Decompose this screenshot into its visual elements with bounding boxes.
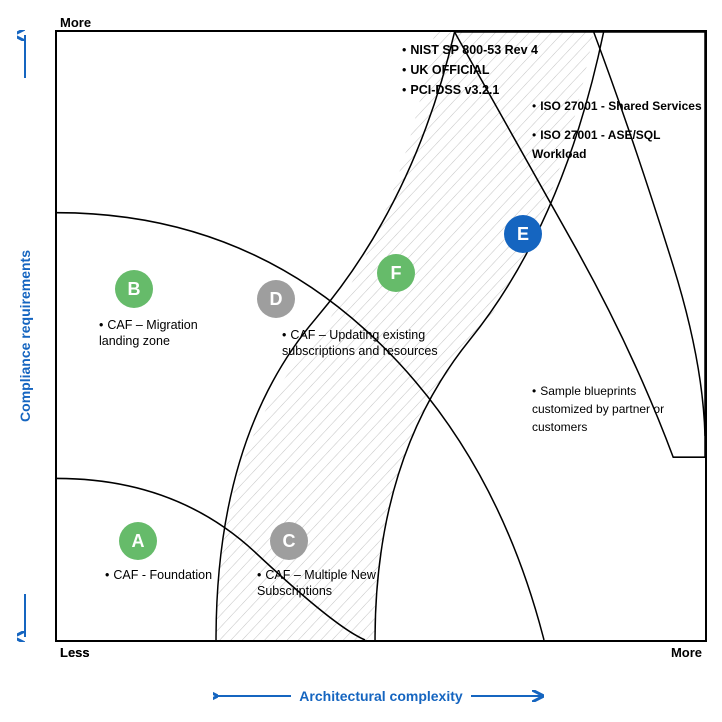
x-less-label: Less xyxy=(60,645,90,660)
y-axis-label: Compliance requirements xyxy=(0,30,50,642)
label-c: •CAF – Multiple New Subscriptions xyxy=(257,567,402,600)
x-arrow-left-icon xyxy=(213,688,293,704)
y-axis-text: Compliance requirements xyxy=(17,250,33,422)
iso-standards: •ISO 27001 - Shared Services •ISO 27001 … xyxy=(532,97,702,165)
x-arrow-right-icon xyxy=(469,688,549,704)
outer-container: More Less Less More Compliance requireme… xyxy=(0,0,722,722)
x-axis-row: Architectural complexity xyxy=(55,688,707,704)
badge-c: C xyxy=(270,522,308,560)
y-arrow-down-icon xyxy=(17,592,33,642)
top-right-standards: •NIST SP 800-53 Rev 4 •UK OFFICIAL •PCI-… xyxy=(402,40,538,100)
y-arrow-up-icon xyxy=(17,30,33,80)
badge-e: E xyxy=(504,215,542,253)
x-axis-text: Architectural complexity xyxy=(299,688,462,704)
label-a: •CAF - Foundation xyxy=(105,567,212,583)
x-more-label: More xyxy=(671,645,702,660)
label-d: •CAF – Updating existing subscriptions a… xyxy=(282,327,442,360)
badge-d: D xyxy=(257,280,295,318)
sample-blueprints: •Sample blueprints customized by partner… xyxy=(532,382,697,436)
chart-area: A •CAF - Foundation B •CAF – Migration l… xyxy=(55,30,707,642)
label-b: •CAF – Migration landing zone xyxy=(99,317,229,350)
badge-b: B xyxy=(115,270,153,308)
badge-f: F xyxy=(377,254,415,292)
badge-a: A xyxy=(119,522,157,560)
y-more-label: More xyxy=(60,15,91,30)
